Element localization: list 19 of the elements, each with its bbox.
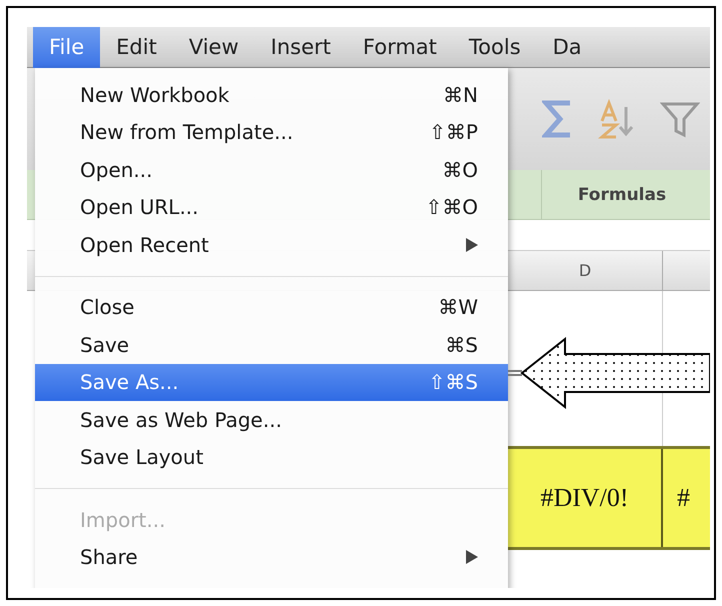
menu-item[interactable]: Open... ⌘O (35, 151, 508, 188)
menu-item[interactable]: New from Template... ⇧⌘P (35, 114, 508, 151)
menu-item[interactable]: Open Recent (35, 226, 508, 264)
menu-bar-item[interactable]: Insert (254, 27, 347, 68)
menu-item[interactable]: Save as Web Page... (35, 401, 508, 438)
menu-item[interactable]: Open URL... ⇧⌘O (35, 188, 508, 226)
menu-bar-item[interactable]: Tools (452, 27, 537, 68)
menu-item[interactable]: Share (35, 538, 508, 576)
menu-item[interactable]: Save ⌘S (35, 326, 508, 364)
menu-item[interactable]: Save Layout (35, 438, 508, 476)
menu-bar-item[interactable]: Format (346, 27, 453, 68)
menu-item[interactable]: New Workbook ⌘N (35, 76, 508, 114)
menu-item[interactable]: Close ⌘W (35, 288, 508, 326)
table-cell-text: # (676, 482, 690, 514)
menu-item[interactable]: Save As... ⇧⌘S (35, 364, 508, 401)
menu-bar-item[interactable]: View (172, 27, 255, 68)
menu-bar-item[interactable]: Edit (100, 27, 173, 68)
menu-bar-item[interactable]: Da (536, 27, 598, 68)
ribbon-tab[interactable]: Formulas (541, 170, 702, 219)
